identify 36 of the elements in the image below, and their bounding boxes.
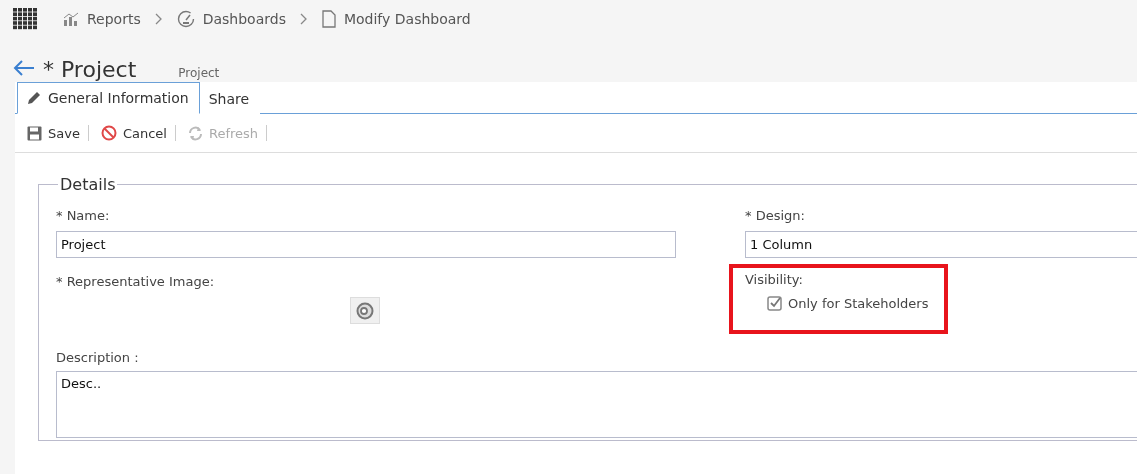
cancel-icon <box>100 125 117 141</box>
field-label: Visibility: <box>745 272 803 287</box>
breadcrumb-label: Reports <box>87 11 141 27</box>
breadcrumb-link[interactable]: Dashboards <box>176 10 286 28</box>
pencil-icon <box>26 90 42 106</box>
tab[interactable]: General Information <box>17 82 200 114</box>
breadcrumb-label: Modify Dashboard <box>343 11 471 27</box>
save-icon <box>27 125 42 141</box>
breadcrumb-link[interactable]: Reports <box>63 11 141 27</box>
field-label: * Name: <box>56 208 111 223</box>
checkbox[interactable] <box>767 296 782 311</box>
disc-icon <box>356 301 374 320</box>
design-field[interactable]: 1 Column <box>745 231 1137 258</box>
image-picker-button[interactable] <box>350 297 380 324</box>
refresh-icon <box>187 125 203 141</box>
app-grid-icon[interactable] <box>13 8 38 30</box>
chart-icon <box>63 12 79 26</box>
description-field[interactable]: Desc.. <box>56 371 1137 438</box>
field-label: Description : <box>56 350 140 365</box>
chevron-icon <box>154 13 163 25</box>
checkbox-label: Only for Stakeholders <box>788 296 929 311</box>
checkbox-option[interactable]: Only for Stakeholders <box>767 296 944 311</box>
toolbar-button[interactable]: Save <box>25 125 88 141</box>
name-field[interactable]: Project <box>56 231 676 258</box>
gauge-icon <box>176 10 195 28</box>
page-icon <box>321 10 336 28</box>
toolbar-button[interactable]: Cancel <box>98 125 175 141</box>
page-title: * Project <box>43 57 137 82</box>
field-label: * Representative Image: <box>56 274 216 289</box>
back-arrow-icon[interactable] <box>13 60 35 76</box>
page-subtitle: Project <box>178 66 220 80</box>
chevron-icon <box>299 13 308 25</box>
fieldset-legend: Details <box>58 175 118 194</box>
field-label: * Design: <box>745 208 806 223</box>
breadcrumb-link[interactable]: Modify Dashboard <box>321 10 471 28</box>
breadcrumb-label: Dashboards <box>202 11 286 27</box>
